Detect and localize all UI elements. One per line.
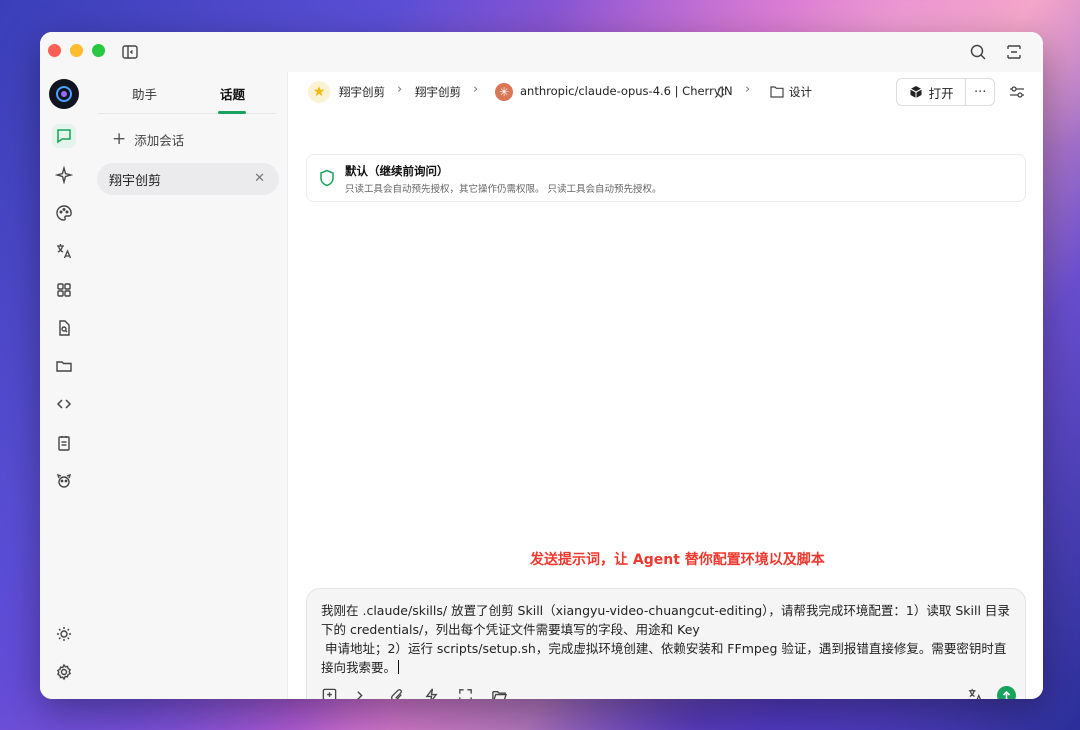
app-icon-bar [40, 72, 88, 699]
permission-description: 只读工具会自动预先授权，其它操作仍需权限。 只读工具会自动预先授权。 [345, 184, 662, 195]
active-tab-indicator [218, 111, 246, 114]
tab-assistant[interactable]: 助手 [132, 84, 157, 103]
search-icon[interactable] [968, 42, 988, 62]
layout-icon[interactable] [1004, 42, 1024, 62]
permission-title: 默认（继续前询问） [345, 164, 449, 178]
close-window-button[interactable] [48, 44, 61, 57]
settings-sliders-icon[interactable] [1007, 82, 1027, 102]
topic-label: 翔宇创剪 [109, 173, 162, 189]
folder-icon [770, 86, 784, 98]
add-topic-button[interactable]: + 添加会话 [112, 130, 184, 149]
breadcrumb-topic[interactable]: 翔宇创剪 [415, 84, 461, 100]
open-button[interactable]: 打开 [897, 79, 967, 105]
chat-icon[interactable] [52, 124, 76, 148]
sparkle-icon[interactable] [52, 163, 76, 187]
chevron-right-icon: › [397, 82, 403, 97]
chevron-right-icon: › [473, 82, 479, 97]
attach-icon[interactable] [387, 685, 407, 699]
settings-gear-icon[interactable] [52, 660, 76, 684]
sidebar-toggle-icon[interactable] [121, 43, 139, 61]
topic-list-item[interactable]: 翔宇创剪 ✕ [97, 163, 279, 195]
lightning-icon[interactable] [421, 685, 441, 699]
topic-tabs: 助手 话题 [98, 72, 276, 114]
chevron-updown-icon[interactable] [716, 85, 726, 99]
mascot-icon[interactable] [52, 469, 76, 493]
theme-sun-icon[interactable] [52, 622, 76, 646]
add-topic-label: 添加会话 [134, 133, 185, 148]
notes-icon[interactable] [52, 431, 76, 455]
message-composer: 我刚在 .claude/skills/ 放置了创剪 Skill（xiangyu-… [306, 588, 1026, 699]
code-icon[interactable] [52, 392, 76, 416]
app-logo[interactable] [49, 79, 79, 109]
arrow-up-icon [1002, 690, 1011, 699]
title-bar [40, 32, 1043, 72]
breadcrumb-folder[interactable]: 设计 [789, 84, 812, 100]
terminal-icon[interactable] [353, 685, 373, 699]
app-window: 助手 话题 + 添加会话 翔宇创剪 ✕ ★ 翔宇创剪 › 翔宇创剪 › ✳ an… [40, 32, 1043, 699]
open-button-label: 打开 [928, 85, 954, 101]
model-selector[interactable]: anthropic/claude-opus-4.6 | CherryIN [520, 84, 733, 98]
anthropic-logo-icon: ✳ [495, 83, 513, 101]
folder-open-icon[interactable] [489, 685, 509, 699]
plus-icon: + [112, 129, 127, 149]
fullscreen-icon[interactable] [455, 685, 475, 699]
topic-pane: 助手 话题 + 添加会话 翔宇创剪 ✕ [88, 72, 288, 699]
new-topic-icon[interactable] [319, 685, 339, 699]
assistant-star-icon: ★ [308, 81, 330, 103]
close-icon[interactable]: ✕ [254, 171, 265, 186]
palette-icon[interactable] [52, 201, 76, 225]
conversation-header: ★ 翔宇创剪 › 翔宇创剪 › ✳ anthropic/claude-opus-… [289, 72, 1043, 112]
tab-topics[interactable]: 话题 [220, 84, 245, 103]
file-search-icon[interactable] [52, 316, 76, 340]
message-input[interactable]: 我刚在 .claude/skills/ 放置了创剪 Skill（xiangyu-… [321, 601, 1015, 677]
annotation-caption: 发送提示词，让 Agent 替你配置环境以及脚本 [530, 552, 825, 568]
cube-icon [909, 86, 922, 98]
zoom-window-button[interactable] [92, 44, 105, 57]
shield-icon [320, 169, 334, 187]
text-caret [398, 660, 400, 674]
chevron-right-icon: › [745, 82, 751, 97]
translate-icon[interactable] [52, 239, 76, 263]
message-input-text: 我刚在 .claude/skills/ 放置了创剪 Skill（xiangyu-… [321, 603, 1010, 675]
apps-grid-icon[interactable] [52, 278, 76, 302]
translate-icon[interactable] [965, 685, 985, 699]
permission-mode-card[interactable]: 默认（继续前询问） 只读工具会自动预先授权，其它操作仍需权限。 只读工具会自动预… [306, 154, 1026, 202]
open-button-group: 打开 ··· [896, 78, 995, 106]
main-panel: ★ 翔宇创剪 › 翔宇创剪 › ✳ anthropic/claude-opus-… [289, 72, 1043, 699]
send-button[interactable] [997, 686, 1016, 699]
more-options-button[interactable]: ··· [966, 79, 994, 105]
minimize-window-button[interactable] [70, 44, 83, 57]
breadcrumb-assistant[interactable]: 翔宇创剪 [339, 84, 385, 100]
folder-icon[interactable] [52, 354, 76, 378]
